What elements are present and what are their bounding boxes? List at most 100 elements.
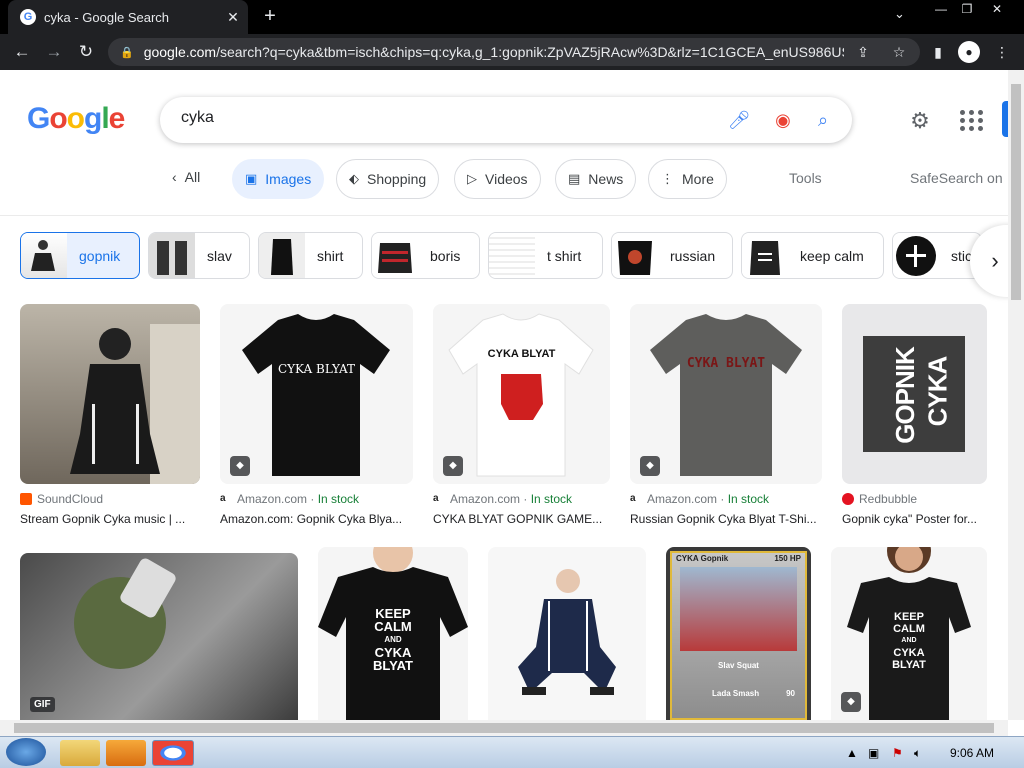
chip-label: gopnik (79, 247, 121, 264)
result-image[interactable] (20, 304, 200, 484)
result-title[interactable]: Gopnik cyka" Poster for... (842, 512, 987, 526)
result-source: a Amazon.com · In stock (220, 492, 360, 506)
chip-gopnik[interactable]: gopnik (20, 232, 140, 279)
safesearch-button[interactable]: SafeSearch on (910, 170, 1003, 186)
result-card[interactable] (488, 547, 646, 720)
shirt-print: CYKA BLYAT (487, 348, 556, 360)
reload-button[interactable]: ↻ (74, 40, 98, 64)
result-title[interactable]: Russian Gopnik Cyka Blyat T-Shi... (630, 512, 822, 526)
search-input[interactable]: cyka (181, 109, 214, 127)
result-title[interactable]: CYKA BLYAT GOPNIK GAME... (433, 512, 610, 526)
chip-thumbnail (893, 233, 939, 278)
restore-button[interactable]: ❐ (952, 0, 982, 18)
result-source: a Amazon.com · In stock (433, 492, 573, 506)
tab-search-chevron-icon[interactable]: ⌄ (894, 6, 905, 22)
chip-label: boris (430, 247, 461, 264)
lens-camera-icon[interactable]: ◉ (770, 107, 796, 133)
result-image[interactable] (488, 547, 646, 720)
forward-button[interactable]: → (42, 40, 66, 64)
result-card[interactable]: GIF (20, 553, 298, 720)
result-image[interactable]: GOPNIK CYKA (842, 304, 987, 484)
result-card[interactable]: CYKA BLYAT ◆ a Amazon.com · In stock Amaz… (220, 304, 413, 526)
chip-label: russian (670, 247, 716, 264)
chrome-menu-icon[interactable]: ⋮ (990, 40, 1014, 64)
tab-more[interactable]: ⋮ More (648, 159, 727, 199)
start-button[interactable] (6, 738, 46, 766)
scrollbar-thumb[interactable] (1011, 84, 1021, 300)
image-icon: ▣ (245, 171, 258, 186)
side-panel-icon[interactable]: ▮ (926, 40, 950, 64)
result-card[interactable]: GOPNIK CYKA Redbubble Gopnik cyka" Poste… (842, 304, 987, 526)
browser-toolbar: ← → ↻ 🔒 google.com/search?q=cyka&tbm=isc… (0, 34, 1024, 70)
settings-gear-icon[interactable]: ⚙ (906, 107, 934, 135)
back-button[interactable]: ← (10, 40, 34, 64)
tab-all[interactable]: ‹ All (172, 169, 200, 185)
result-image[interactable]: KEEP CALM AND CYKA BLYAT (318, 547, 468, 720)
profile-avatar-icon[interactable]: ● (958, 41, 980, 63)
close-window-button[interactable]: ✕ (982, 0, 1012, 18)
network-icon[interactable]: ▣ (868, 746, 879, 760)
chrome-taskbar-icon[interactable] (152, 740, 194, 766)
result-card[interactable]: KEEP CALM AND CYKA BLYAT (318, 547, 468, 720)
result-card[interactable]: KEEP CALM AND CYKA BLYAT ◆ (831, 547, 987, 720)
horizontal-scrollbar[interactable] (0, 720, 1008, 736)
shirt-print: CYKA BLYAT (277, 362, 356, 376)
browser-tab[interactable]: G cyka - Google Search ✕ (8, 0, 248, 34)
result-source: SoundCloud (20, 492, 200, 506)
result-image[interactable]: CYKA BLYAT ◆ (220, 304, 413, 484)
microphone-icon[interactable]: 🎤︎ (726, 107, 752, 133)
chip-keep-calm[interactable]: keep calm (741, 232, 884, 279)
browser-titlebar: G cyka - Google Search ✕ + ⌄ — ❐ ✕ (0, 0, 1024, 34)
chip-russian[interactable]: russian (611, 232, 733, 279)
scrollbar-thumb[interactable] (14, 723, 994, 733)
chip-slav[interactable]: slav (148, 232, 250, 279)
news-icon: ▤ (568, 171, 581, 186)
result-image[interactable]: GIF (20, 553, 298, 720)
address-bar[interactable]: 🔒 google.com/search?q=cyka&tbm=isch&chip… (108, 38, 920, 66)
shopping-tag-icon: ◆ (841, 692, 861, 712)
show-hidden-icons[interactable]: ▲ (846, 746, 858, 760)
media-player-icon[interactable] (106, 740, 146, 766)
result-image[interactable]: CYKA Gopnik 150 HP Slav Squat Lada Smash… (666, 547, 811, 720)
chip-shirt[interactable]: shirt (258, 232, 363, 279)
tab-images[interactable]: ▣ Images (232, 159, 325, 199)
taskbar-clock[interactable]: 9:06 AM (950, 746, 994, 760)
result-image[interactable]: CYKA BLYAT ◆ (433, 304, 610, 484)
search-box[interactable]: cyka 🎤︎ ◉ ⌕ (160, 97, 852, 143)
chip-t-shirt[interactable]: t shirt (488, 232, 603, 279)
lock-icon: 🔒 (120, 46, 134, 59)
result-image[interactable]: KEEP CALM AND CYKA BLYAT ◆ (831, 547, 987, 720)
tools-button[interactable]: Tools (789, 170, 822, 186)
action-center-icon[interactable]: ⚑ (892, 746, 903, 760)
tab-shopping[interactable]: ⬖ Shopping (336, 159, 440, 199)
chip-stic[interactable]: stic (892, 232, 982, 279)
chip-boris[interactable]: boris (371, 232, 480, 279)
share-icon[interactable]: ⇪ (850, 38, 876, 66)
google-favicon-icon: G (20, 9, 36, 25)
chip-label: t shirt (547, 247, 582, 264)
amazon-icon: a (220, 493, 232, 505)
tab-videos[interactable]: ▷ Videos (454, 159, 541, 199)
result-card[interactable]: CYKA Gopnik 150 HP Slav Squat Lada Smash… (666, 547, 811, 720)
close-tab-icon[interactable]: ✕ (222, 9, 244, 26)
volume-icon[interactable]: 🔈︎ (914, 746, 921, 761)
result-title[interactable]: Stream Gopnik Cyka music | ... (20, 512, 200, 526)
bookmark-star-icon[interactable]: ☆ (886, 38, 912, 66)
poster-text: CYKA (922, 356, 953, 427)
chip-thumbnail (21, 233, 67, 278)
new-tab-button[interactable]: + (258, 4, 282, 28)
result-card[interactable]: CYKA BLYAT ◆ a Amazon.com · In stock CYKA… (433, 304, 610, 526)
google-apps-icon[interactable] (958, 108, 983, 132)
vertical-scrollbar[interactable] (1008, 70, 1024, 720)
chip-label: shirt (317, 247, 344, 264)
result-image[interactable]: CYKA BLYAT ◆ (630, 304, 822, 484)
result-card[interactable]: CYKA BLYAT ◆ a Amazon.com · In stock Russ… (630, 304, 822, 526)
amazon-icon: a (433, 493, 445, 505)
google-logo[interactable]: Google (27, 102, 125, 136)
result-title[interactable]: Amazon.com: Gopnik Cyka Blya... (220, 512, 413, 526)
search-icon[interactable]: ⌕ (810, 107, 836, 133)
poster-text: GOPNIK (889, 347, 920, 444)
file-explorer-icon[interactable] (60, 740, 100, 766)
result-card[interactable]: SoundCloud Stream Gopnik Cyka music | ..… (20, 304, 200, 526)
tab-news[interactable]: ▤ News (555, 159, 637, 199)
